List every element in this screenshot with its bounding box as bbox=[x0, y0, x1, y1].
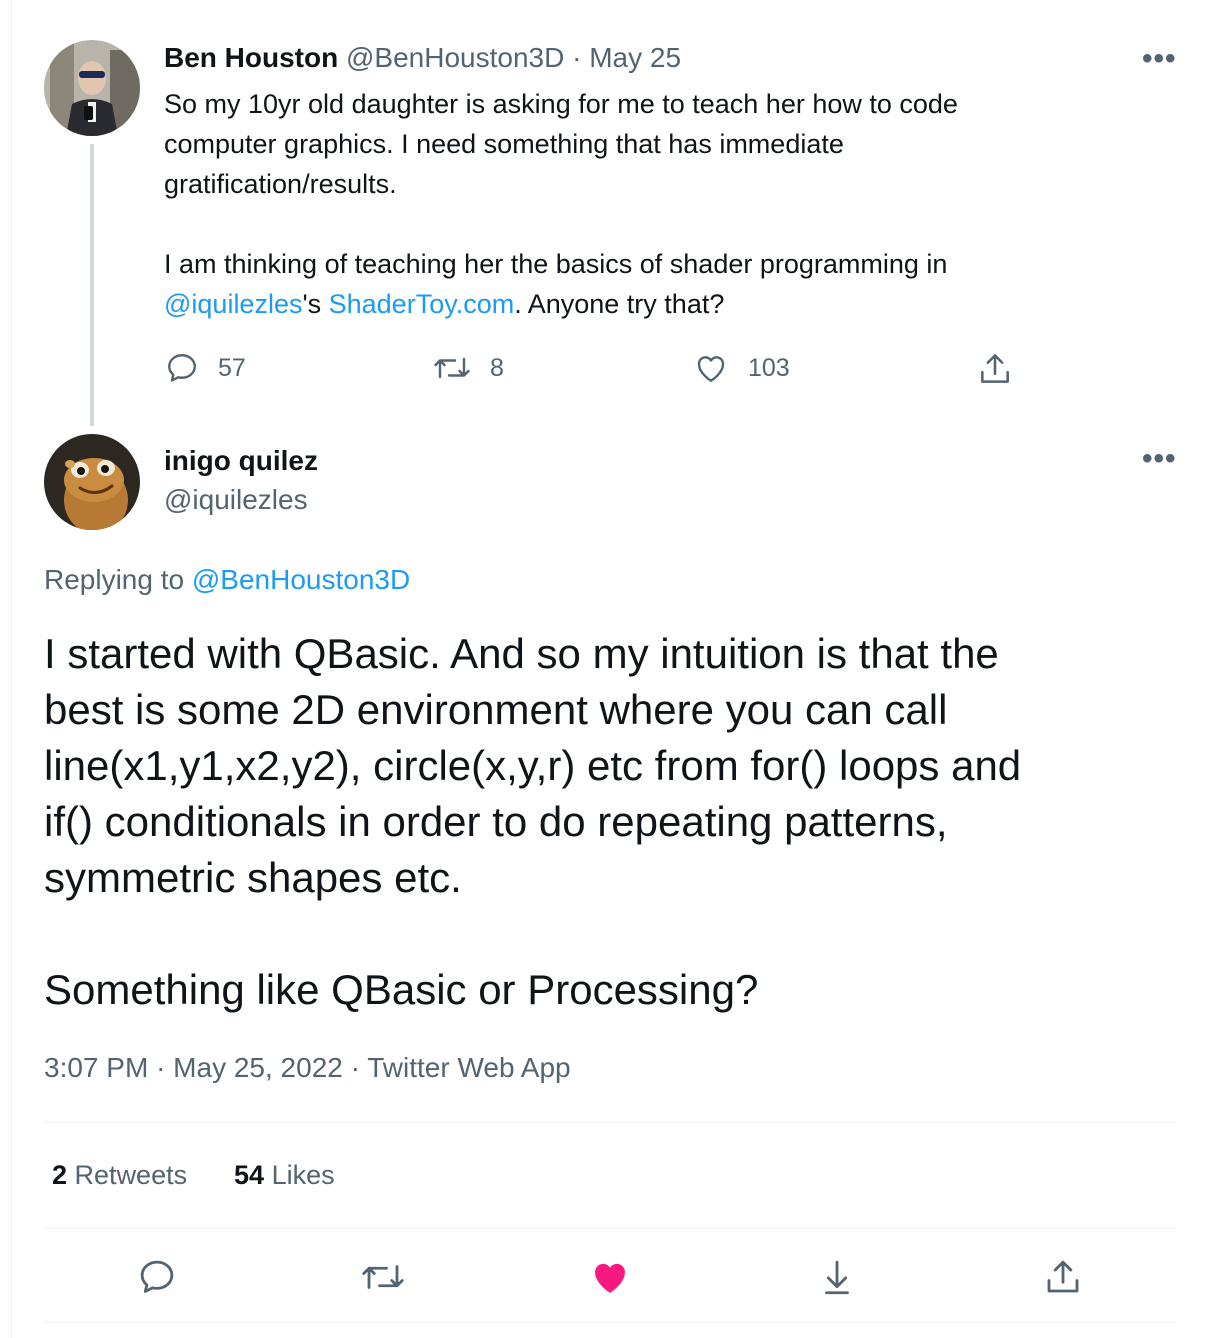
avatar-inigo-quilez[interactable] bbox=[44, 434, 140, 530]
parent-text-line: @iquilezles's ShaderToy.com. Anyone try … bbox=[164, 284, 1124, 324]
main-author-block: inigo quilez @iquilezles bbox=[164, 442, 318, 520]
reply-action[interactable]: 57 bbox=[164, 350, 246, 386]
like-action[interactable]: 103 bbox=[692, 350, 790, 386]
retweets-label: Retweets bbox=[74, 1160, 188, 1190]
parent-tweet-text: So my 10yr old daughter is asking for me… bbox=[164, 84, 1124, 324]
parent-tweet-header: Ben Houston @BenHouston3D · May 25 bbox=[164, 42, 681, 74]
thread-connector bbox=[90, 144, 94, 426]
retweet-icon[interactable] bbox=[360, 1256, 406, 1298]
parent-text-tail: . Anyone try that? bbox=[514, 289, 725, 319]
retweet-count: 8 bbox=[490, 353, 504, 382]
main-tweet-text: I started with QBasic. And so my intuiti… bbox=[44, 630, 1022, 901]
author-handle[interactable]: @iquilezles bbox=[164, 480, 318, 520]
likes-label: Likes bbox=[271, 1160, 335, 1190]
tweet-full-date[interactable]: May 25, 2022 bbox=[173, 1052, 343, 1083]
parent-text-line: gratification/results. bbox=[164, 169, 397, 199]
shadertoy-link[interactable]: ShaderToy.com bbox=[329, 289, 515, 319]
retweet-action[interactable]: 8 bbox=[432, 350, 504, 386]
divider bbox=[44, 1122, 1176, 1123]
author-name[interactable]: Ben Houston bbox=[164, 42, 338, 73]
parent-text-line: So my 10yr old daughter is asking for me… bbox=[164, 89, 958, 119]
heart-icon[interactable] bbox=[692, 350, 730, 386]
retweet-icon[interactable] bbox=[432, 350, 472, 386]
divider bbox=[44, 1228, 1176, 1229]
share-icon[interactable] bbox=[976, 350, 1014, 388]
retweets-count: 2 bbox=[52, 1160, 68, 1190]
possessive-text: 's bbox=[302, 289, 329, 319]
tweet-time[interactable]: 3:07 PM bbox=[44, 1052, 148, 1083]
header-separator: · bbox=[572, 42, 582, 73]
heart-filled-icon[interactable] bbox=[588, 1256, 632, 1298]
main-tweet-text-last: Something like QBasic or Processing? bbox=[44, 966, 759, 1013]
like-count: 103 bbox=[748, 353, 790, 382]
parent-text-line: computer graphics. I need something that… bbox=[164, 129, 844, 159]
replying-to: Replying to @BenHouston3D bbox=[44, 564, 410, 596]
author-handle[interactable]: @BenHouston3D bbox=[346, 42, 564, 73]
reply-icon[interactable] bbox=[164, 350, 200, 386]
likes-count: 54 bbox=[234, 1160, 265, 1190]
author-name[interactable]: inigo quilez bbox=[164, 442, 318, 480]
tweet-date[interactable]: May 25 bbox=[589, 42, 681, 73]
mention-link[interactable]: @iquilezles bbox=[164, 289, 302, 319]
meta-separator: · bbox=[156, 1052, 166, 1083]
replying-prefix: Replying to bbox=[44, 564, 185, 595]
retweets-stat[interactable]: 2 Retweets bbox=[52, 1160, 187, 1191]
parent-text-line: I am thinking of teaching her the basics… bbox=[164, 249, 948, 279]
share-icon[interactable] bbox=[1042, 1256, 1084, 1298]
more-options-button[interactable]: ••• bbox=[1142, 42, 1177, 76]
likes-stat[interactable]: 54 Likes bbox=[234, 1160, 335, 1191]
reply-icon[interactable] bbox=[136, 1256, 178, 1298]
tweet-metadata: 3:07 PM · May 25, 2022 · Twitter Web App bbox=[44, 1052, 571, 1084]
divider bbox=[44, 1322, 1176, 1323]
avatar-ben-houston[interactable] bbox=[44, 40, 140, 136]
more-options-button[interactable]: ••• bbox=[1142, 442, 1177, 476]
replying-handle-link[interactable]: @BenHouston3D bbox=[192, 564, 410, 595]
meta-separator: · bbox=[350, 1052, 360, 1083]
tweet-source: Twitter Web App bbox=[367, 1052, 571, 1083]
bookmark-download-icon[interactable] bbox=[816, 1256, 858, 1298]
reply-count: 57 bbox=[218, 353, 246, 382]
